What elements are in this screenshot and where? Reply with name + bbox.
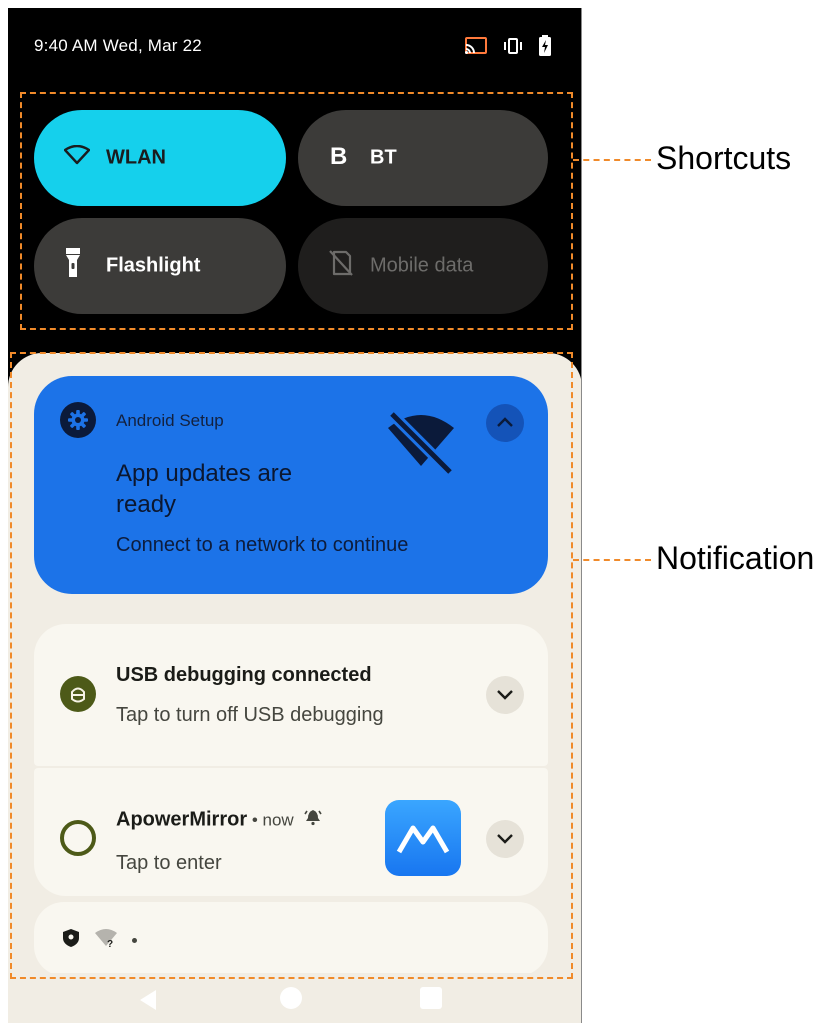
- status-icons: [464, 35, 552, 57]
- vibrate-icon: [502, 37, 524, 55]
- recents-icon[interactable]: [420, 987, 442, 1009]
- status-bar: 9:40 AM Wed, Mar 22: [8, 8, 582, 84]
- navigation-bar: [8, 973, 582, 1023]
- notification-leader-line: [573, 559, 651, 561]
- battery-charging-icon: [538, 35, 552, 57]
- notification-highlight-box: [10, 352, 573, 979]
- cast-icon: [464, 36, 488, 56]
- shortcuts-leader-line: [573, 159, 651, 161]
- shortcuts-callout: Shortcuts: [656, 140, 792, 176]
- status-time-date: 9:40 AM Wed, Mar 22: [34, 36, 202, 55]
- shortcuts-highlight-box: [20, 92, 573, 330]
- home-icon[interactable]: [280, 987, 302, 1009]
- back-icon[interactable]: [138, 989, 158, 1016]
- notification-callout: Notification: [656, 540, 815, 576]
